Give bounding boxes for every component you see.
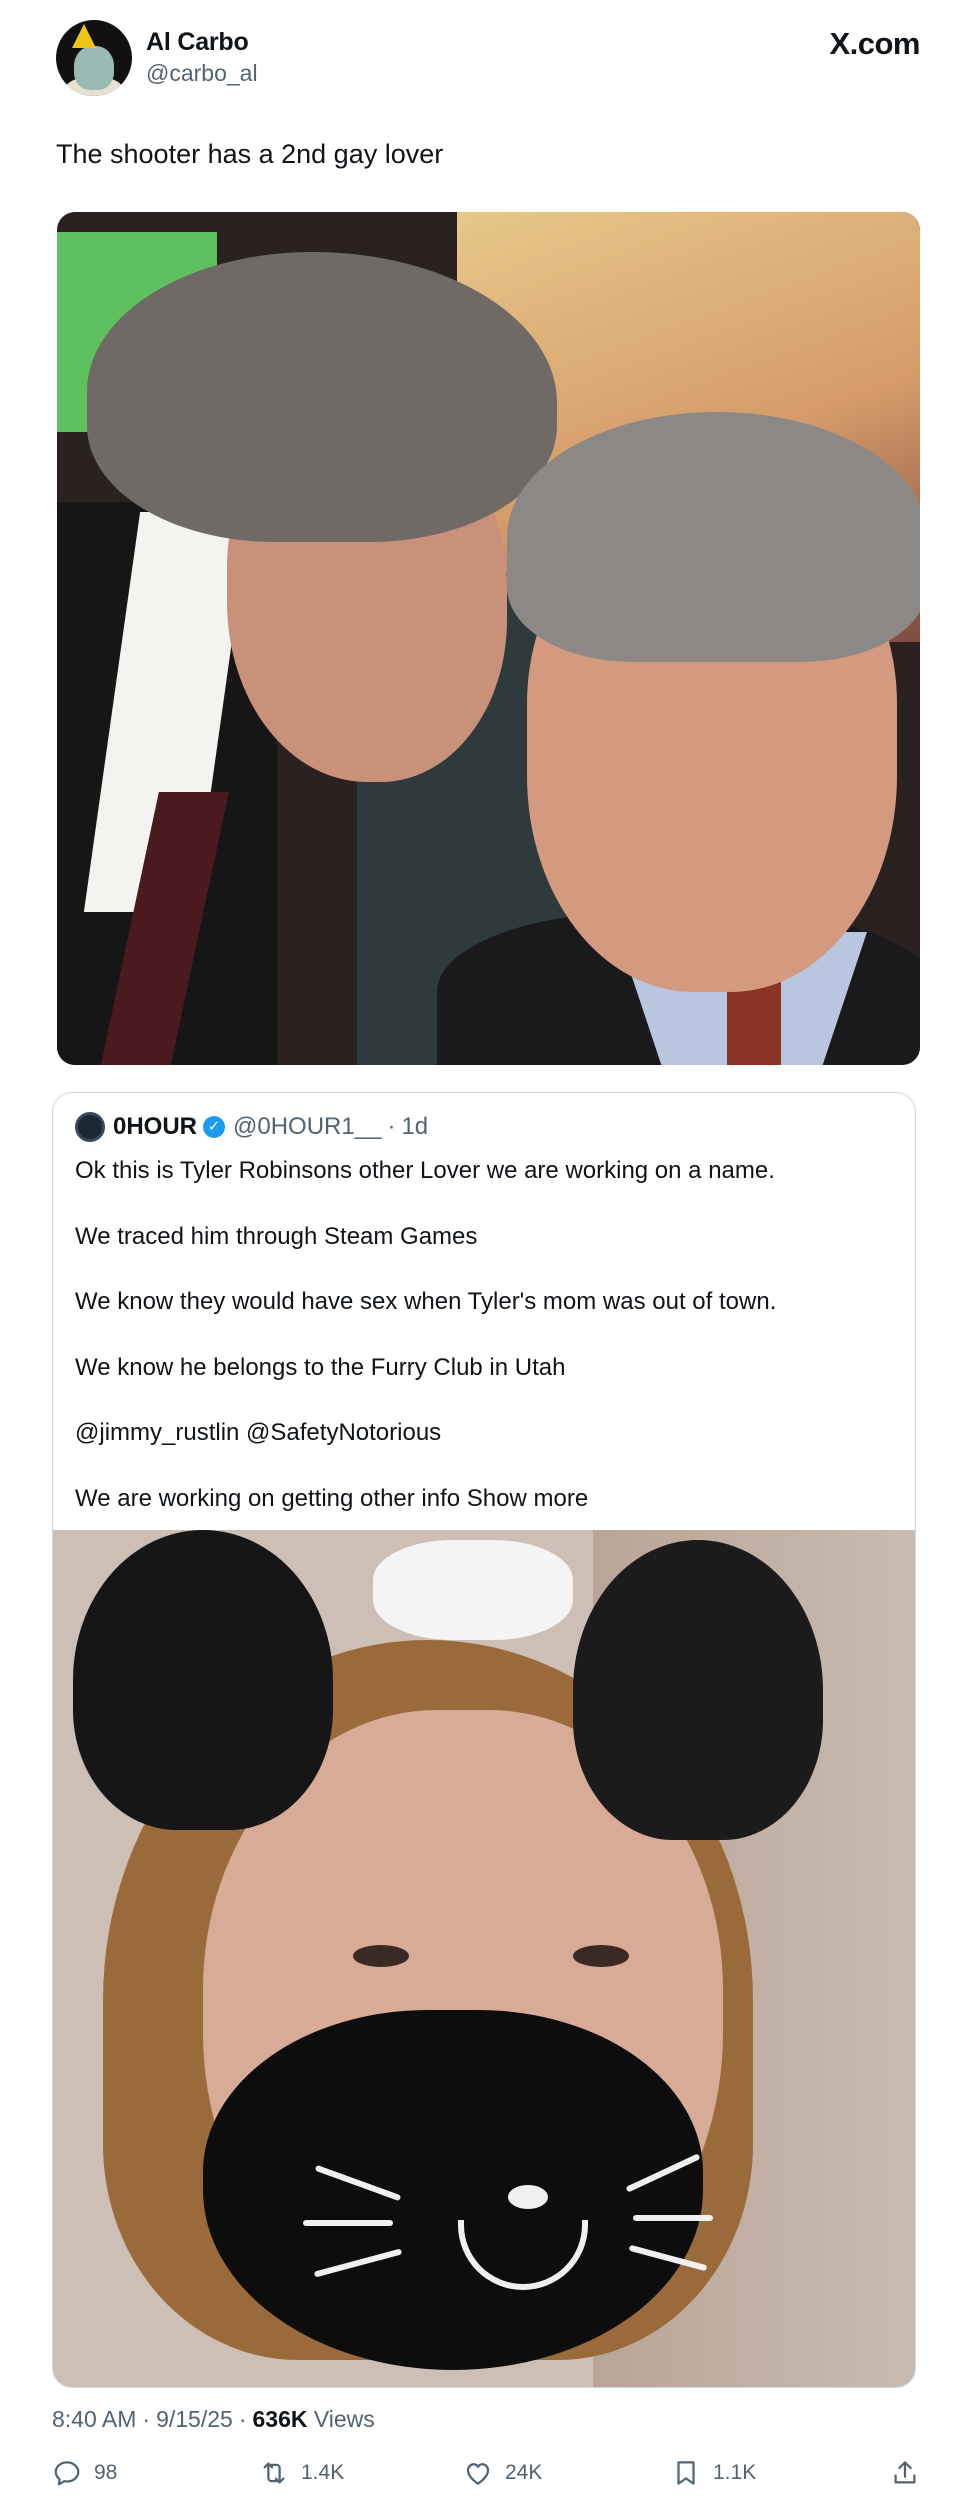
quoted-header: 0HOUR ✓ @0HOUR1__ · 1d <box>75 1111 428 1143</box>
tweet-photo[interactable] <box>57 212 920 1065</box>
quoted-separator: · <box>387 1113 396 1140</box>
quoted-paragraph: We traced him through Steam Games <box>75 1222 478 1250</box>
author-name[interactable]: Al Carbo <box>146 28 249 57</box>
quoted-text: Ok this is Tyler Robinsons other Lover w… <box>75 1155 895 1515</box>
quoted-paragraph: We know he belongs to the Furry Club in … <box>75 1353 566 1381</box>
bookmark-count: 1.1K <box>713 2461 757 2484</box>
meta-separator: · <box>142 2406 151 2432</box>
quoted-time[interactable]: 1d <box>401 1113 428 1141</box>
meta-separator: · <box>238 2406 247 2432</box>
reply-icon <box>54 2461 80 2486</box>
views-count: 636K <box>252 2406 308 2432</box>
quoted-paragraph: We know they would have sex when Tyler's… <box>75 1288 777 1315</box>
show-more-link[interactable]: Show more <box>467 1485 588 1512</box>
reply-button[interactable]: 98 <box>52 2458 117 2488</box>
quoted-photo[interactable] <box>53 1530 915 2387</box>
views-label: Views <box>313 2406 375 2432</box>
quoted-mentions[interactable]: @jimmy_rustlin @SafetyNotorious <box>75 1417 895 1449</box>
quoted-handle[interactable]: @0HOUR1__ <box>233 1113 381 1141</box>
repost-button[interactable]: 1.4K <box>259 2458 344 2488</box>
quoted-avatar[interactable] <box>75 1112 105 1142</box>
heart-icon <box>466 2463 490 2485</box>
post-time[interactable]: 8:40 AM <box>52 2406 136 2432</box>
author-avatar[interactable] <box>56 20 132 96</box>
tweet-meta: 8:40 AM · 9/15/25 · 636K Views <box>52 2406 375 2433</box>
share-icon <box>894 2461 916 2484</box>
quoted-paragraph-text: We are working on getting other info <box>75 1484 461 1512</box>
tweet-text: The shooter has a 2nd gay lover <box>56 139 444 169</box>
like-count: 24K <box>505 2461 543 2484</box>
bookmark-icon <box>677 2461 695 2485</box>
quoted-name[interactable]: 0HOUR <box>113 1113 197 1141</box>
author-handle[interactable]: @carbo_al <box>146 60 258 87</box>
like-button[interactable]: 24K <box>463 2458 542 2488</box>
bookmark-button[interactable]: 1.1K <box>671 2458 756 2488</box>
tweet-header: Al Carbo @carbo_al X.com <box>56 20 920 100</box>
repost-icon <box>263 2462 285 2484</box>
post-date[interactable]: 9/15/25 <box>156 2406 233 2432</box>
quoted-paragraph: Ok this is Tyler Robinsons other Lover w… <box>75 1157 775 1184</box>
quoted-paragraph-last: We are working on getting other info Sho… <box>75 1483 895 1515</box>
repost-count: 1.4K <box>301 2461 345 2484</box>
quoted-tweet[interactable]: 0HOUR ✓ @0HOUR1__ · 1d Ok this is Tyler … <box>52 1092 916 2388</box>
reply-count: 98 <box>94 2461 118 2484</box>
action-bar: 98 1.4K 24K 1.1K <box>52 2458 920 2494</box>
share-button[interactable] <box>890 2458 920 2493</box>
verified-badge-icon: ✓ <box>203 1116 226 1138</box>
x-logo: X.com <box>829 26 920 61</box>
